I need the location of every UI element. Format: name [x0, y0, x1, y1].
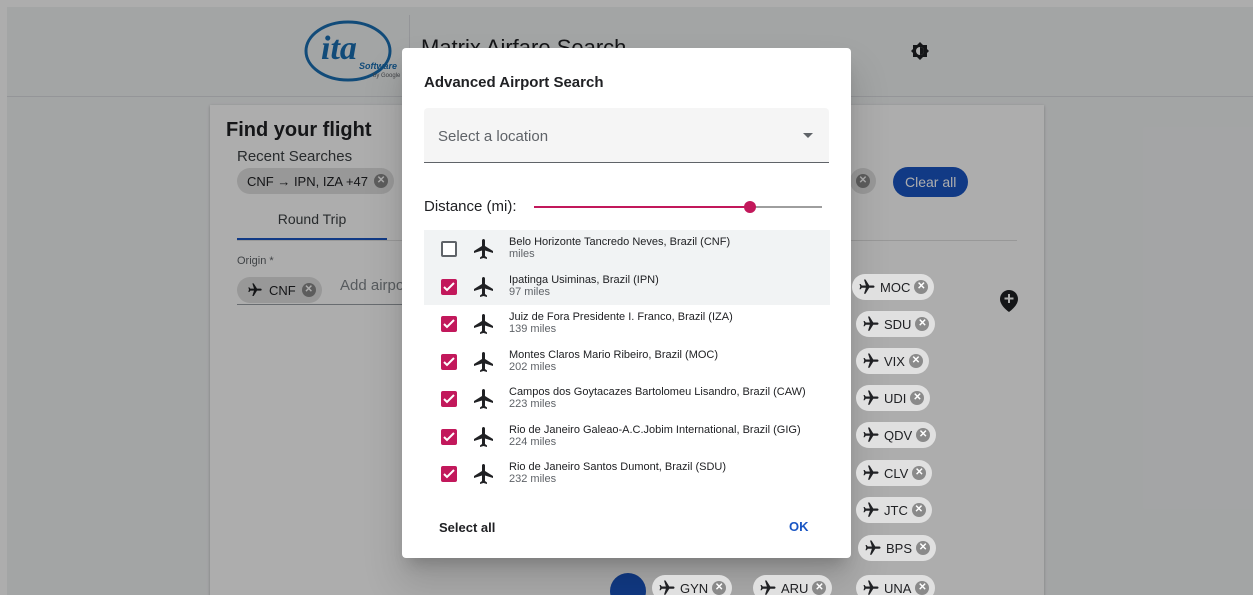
airport-distance: 97 miles: [509, 285, 550, 298]
plane-icon: [863, 390, 879, 405]
airport-distance: 224 miles: [509, 435, 557, 448]
destination-chip-label: BPS: [886, 540, 913, 556]
airport-checkbox[interactable]: [441, 278, 457, 295]
ok-button[interactable]: OK: [789, 519, 809, 534]
destination-chip[interactable]: UDI ✕: [856, 385, 931, 411]
close-icon[interactable]: ✕: [910, 391, 925, 405]
destination-chip[interactable]: QDV ✕: [856, 422, 937, 448]
plane-icon: [859, 279, 875, 294]
airport-row[interactable]: Campos dos Goytacazes Bartolomeu Lisandr…: [424, 380, 830, 418]
plane-icon: [863, 427, 879, 442]
airport-text: Campos dos Goytacazes Bartolomeu Lisandr…: [509, 386, 806, 410]
destination-chip[interactable]: VIX ✕: [856, 348, 929, 374]
destination-chip[interactable]: CLV ✕: [856, 460, 933, 486]
airport-distance: 232 miles: [509, 473, 557, 485]
plane-icon: [863, 465, 879, 480]
airport-list: Belo Horizonte Tancredo Neves, Brazil (C…: [424, 230, 830, 492]
select-all-button[interactable]: Select all: [439, 520, 495, 535]
destination-chip[interactable]: UNA ✕: [856, 575, 936, 595]
dialog-title: Advanced Airport Search: [424, 74, 604, 91]
dropdown-arrow-icon: [803, 133, 813, 138]
slider-thumb[interactable]: [744, 201, 756, 213]
destination-chip-label: MOC: [880, 279, 911, 295]
plane-icon: [474, 464, 493, 484]
airport-distance: 223 miles: [509, 398, 557, 410]
plane-icon: [863, 353, 879, 368]
close-icon[interactable]: ✕: [712, 581, 727, 595]
close-icon[interactable]: ✕: [915, 581, 930, 595]
plane-icon: [474, 389, 493, 409]
airport-name: Rio de Janeiro Galeao-A.C.Jobim Internat…: [509, 423, 801, 436]
distance-label: Distance (mi):: [424, 198, 517, 215]
airport-row[interactable]: Rio de Janeiro Santos Dumont, Brazil (SD…: [424, 455, 830, 492]
distance-slider[interactable]: [534, 197, 822, 217]
plane-icon: [863, 502, 879, 517]
destination-chip[interactable]: BPS ✕: [858, 535, 937, 561]
destination-chip-label: UNA: [884, 580, 912, 595]
airport-row[interactable]: Belo Horizonte Tancredo Neves, Brazil (C…: [424, 230, 830, 268]
airport-text: Ipatinga Usiminas, Brazil (IPN) 97 miles: [509, 274, 659, 298]
destination-chip[interactable]: GYN ✕: [652, 575, 733, 595]
airport-name: Belo Horizonte Tancredo Neves, Brazil (C…: [509, 236, 731, 248]
destination-chip-label: VIX: [884, 353, 905, 369]
airport-row[interactable]: Ipatinga Usiminas, Brazil (IPN) 97 miles: [424, 267, 830, 305]
location-select[interactable]: Select a location: [424, 108, 829, 163]
plane-icon: [865, 540, 881, 555]
plane-icon: [659, 580, 675, 595]
airport-row[interactable]: Juiz de Fora Presidente I. Franco, Brazi…: [424, 305, 830, 343]
airport-checkbox[interactable]: [441, 353, 457, 370]
close-icon[interactable]: ✕: [912, 466, 927, 480]
close-icon[interactable]: ✕: [908, 354, 923, 368]
destination-chip[interactable]: ARU ✕: [753, 575, 833, 595]
airport-row[interactable]: Rio de Janeiro Galeao-A.C.Jobim Internat…: [424, 418, 830, 456]
airport-distance: 139 miles: [509, 323, 557, 335]
airport-row[interactable]: Montes Claros Mario Ribeiro, Brazil (MOC…: [424, 343, 830, 381]
destination-chip[interactable]: MOC ✕: [852, 274, 935, 300]
destination-chip-label: QDV: [884, 427, 913, 443]
airport-text: Belo Horizonte Tancredo Neves, Brazil (C…: [509, 236, 730, 260]
destination-chip[interactable]: JTC ✕: [856, 497, 932, 523]
airport-checkbox[interactable]: [441, 466, 457, 482]
close-icon[interactable]: ✕: [812, 581, 827, 595]
close-icon[interactable]: ✕: [914, 280, 929, 294]
destination-chip[interactable]: SDU ✕: [856, 311, 936, 337]
airport-text: Rio de Janeiro Galeao-A.C.Jobim Internat…: [509, 424, 801, 448]
airport-distance: 202 miles: [509, 360, 557, 373]
destination-chip-label: CLV: [884, 465, 909, 481]
location-select-label: Select a location: [438, 128, 549, 145]
airport-text: Montes Claros Mario Ribeiro, Brazil (MOC…: [509, 349, 718, 373]
close-icon[interactable]: ✕: [911, 503, 926, 517]
slider-track-inactive: [750, 206, 822, 208]
plane-icon: [474, 276, 493, 297]
close-icon[interactable]: ✕: [916, 541, 931, 555]
close-icon[interactable]: ✕: [916, 428, 931, 442]
plane-icon: [863, 580, 879, 595]
destination-chip-label: UDI: [884, 390, 907, 406]
plane-icon: [474, 426, 493, 447]
airport-text: Juiz de Fora Presidente I. Franco, Brazi…: [509, 311, 733, 335]
destination-chip-label: ARU: [781, 580, 809, 595]
airport-checkbox[interactable]: [441, 428, 457, 445]
plane-icon: [474, 314, 493, 334]
airport-name: Montes Claros Mario Ribeiro, Brazil (MOC…: [509, 348, 719, 361]
plane-icon: [760, 580, 776, 595]
airport-distance: miles: [509, 248, 535, 260]
plane-icon: [474, 351, 493, 372]
slider-track-active: [534, 206, 750, 208]
destination-chip-label: JTC: [884, 502, 908, 518]
airport-checkbox[interactable]: [441, 316, 457, 332]
advanced-airport-search-dialog: Advanced Airport Search Select a locatio…: [402, 48, 851, 558]
plane-icon: [863, 316, 879, 331]
airport-name: Ipatinga Usiminas, Brazil (IPN): [509, 273, 659, 286]
airport-checkbox[interactable]: [441, 241, 457, 257]
destination-chip-label: GYN: [680, 580, 709, 595]
plane-icon: [474, 239, 493, 259]
destination-chip-label: SDU: [884, 316, 912, 332]
airport-checkbox[interactable]: [441, 391, 457, 407]
airport-text: Rio de Janeiro Santos Dumont, Brazil (SD…: [509, 461, 726, 485]
close-icon[interactable]: ✕: [915, 317, 930, 331]
